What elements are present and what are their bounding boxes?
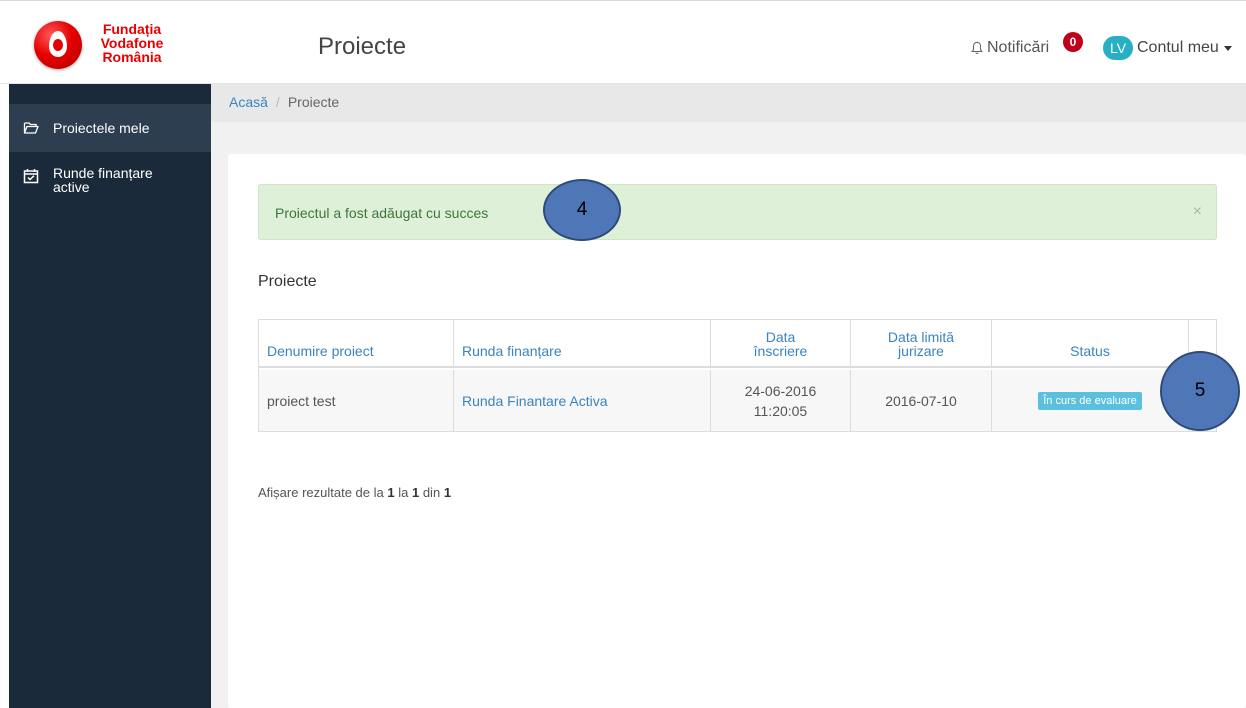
annotation-callout-5: 5 <box>1160 351 1240 431</box>
pagination-to: 1 <box>411 485 420 500</box>
column-header-signup-date[interactable]: Data înscriere <box>711 320 851 366</box>
pagination-prefix: Afișare rezultate de la <box>258 485 384 500</box>
close-icon[interactable]: × <box>1193 203 1202 221</box>
column-header-label: Data limită jurizare <box>887 329 955 359</box>
column-header-deadline[interactable]: Data limită jurizare <box>851 320 992 366</box>
funding-round-link[interactable]: Runda Finantare Activa <box>462 391 608 411</box>
cell-name: proiect test <box>259 370 454 431</box>
breadcrumb-separator: / <box>275 94 280 110</box>
breadcrumb: Acasă / Proiecte <box>211 84 1246 122</box>
column-header-round[interactable]: Runda finanțare <box>454 320 711 366</box>
sidebar-item-label: Runde finanțare active <box>53 165 153 195</box>
column-header-label: Denumire proiect <box>267 343 374 359</box>
logo-text: Fundația Vodafone România <box>98 22 166 64</box>
column-header-status[interactable]: Status <box>992 320 1189 366</box>
calendar-check-icon <box>23 169 39 184</box>
avatar: LV <box>1103 36 1133 60</box>
alert-message: Proiectul a fost adăugat cu succes <box>275 205 489 221</box>
column-header-label: Data înscriere <box>753 329 808 359</box>
cell-deadline: 2016-07-10 <box>851 370 992 431</box>
account-menu[interactable]: LV Contul meu <box>1103 36 1232 60</box>
status-badge: În curs de evaluare <box>1038 391 1142 410</box>
sidebar-item-my-projects[interactable]: Proiectele mele <box>9 104 211 152</box>
success-alert: Proiectul a fost adăugat cu succes × <box>258 184 1217 240</box>
folder-open-icon <box>23 122 39 134</box>
page-title: Proiecte <box>318 33 407 60</box>
signup-date: 24-06-2016 11:20:05 <box>745 381 817 421</box>
table-row[interactable]: proiect test Runda Finantare Activa 24-0… <box>259 370 1216 431</box>
logo-line-3: România <box>102 49 162 65</box>
logo-line-1: Fundația <box>102 21 162 37</box>
annotation-callout-4: 4 <box>543 179 621 241</box>
sidebar-item-label: Proiectele mele <box>53 120 150 136</box>
sidebar-item-active-rounds[interactable]: Runde finanțare active <box>9 166 211 194</box>
pagination-info: Afișare rezultate de la 1 la 1 din 1 <box>258 485 451 500</box>
cell-round: Runda Finantare Activa <box>454 370 711 431</box>
account-label: Contul meu <box>1137 39 1219 56</box>
project-name: proiect test <box>267 392 336 409</box>
column-header-name[interactable]: Denumire proiect <box>259 320 454 366</box>
table-header: Denumire proiect Runda finanțare Data în… <box>259 320 1216 368</box>
top-header: Fundația Vodafone România Proiecte Notif… <box>0 0 1246 84</box>
sidebar: Proiectele mele Runde finanțare active <box>9 84 211 708</box>
breadcrumb-current: Proiecte <box>287 94 340 110</box>
notifications-label: Notificări <box>987 39 1050 56</box>
vodafone-foundation-logo[interactable]: Fundația Vodafone România <box>34 21 214 73</box>
notifications-link[interactable]: Notificări <box>970 39 1049 57</box>
deadline-date: 2016-07-10 <box>885 392 957 409</box>
cell-status: În curs de evaluare <box>992 370 1189 431</box>
cell-signup-date: 24-06-2016 11:20:05 <box>711 370 851 431</box>
pagination-of: din <box>422 485 441 500</box>
signup-date-day: 24-06-2016 <box>744 382 817 399</box>
bell-icon <box>971 41 983 54</box>
pagination-from: 1 <box>387 485 395 500</box>
projects-table: Denumire proiect Runda finanțare Data în… <box>258 319 1217 432</box>
section-title: Proiecte <box>258 273 317 290</box>
logo-line-2: Vodafone <box>100 35 164 51</box>
breadcrumb-home-link[interactable]: Acasă <box>229 94 268 110</box>
pagination-total: 1 <box>443 485 452 500</box>
column-header-label: Runda finanțare <box>462 343 562 359</box>
column-header-label: Status <box>1070 343 1110 359</box>
pagination-mid: la <box>398 485 409 500</box>
caret-down-icon <box>1223 45 1232 51</box>
signup-date-time: 11:20:05 <box>753 402 808 419</box>
vodafone-logo-icon <box>34 21 82 69</box>
notifications-count-badge: 0 <box>1063 32 1083 52</box>
